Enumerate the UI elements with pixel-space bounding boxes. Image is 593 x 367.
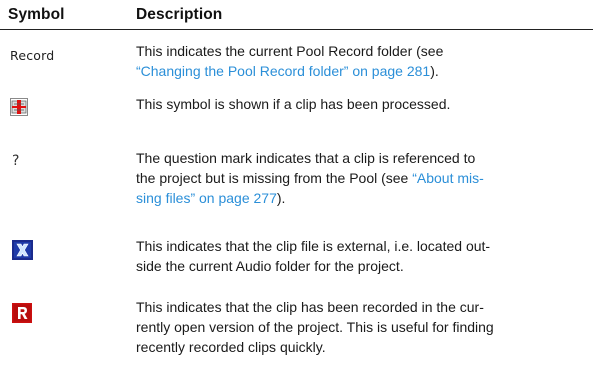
description-text: This indicates that the clip file is ext…: [136, 238, 491, 254]
description-line: The question mark indicates that a clip …: [136, 148, 586, 168]
description-cell: The question mark indicates that a clip …: [136, 148, 586, 208]
cross-reference-link[interactable]: “Changing the Pool Record folder” on pag…: [136, 63, 430, 79]
description-column-header: Description: [136, 6, 223, 23]
description-line: recently recorded clips quickly.: [136, 337, 586, 357]
record-folder-icon: Record: [10, 48, 55, 63]
processed-clip-icon: [10, 98, 28, 116]
description-text: This indicates the current Pool Record f…: [136, 43, 444, 59]
table-header: Symbol Description: [0, 0, 593, 30]
description-line: the project but is missing from the Pool…: [136, 168, 586, 188]
symbol-cell: [8, 297, 32, 323]
description-line: “Changing the Pool Record folder” on pag…: [136, 61, 586, 81]
external-file-icon: [12, 240, 33, 260]
description-line: This indicates the current Pool Record f…: [136, 41, 586, 61]
symbol-cell: ?: [8, 148, 19, 169]
description-text: ).: [276, 190, 286, 206]
recorded-clip-icon: [12, 303, 32, 323]
description-text: This symbol is shown if a clip has been …: [136, 96, 451, 112]
symbol-cell: [8, 94, 28, 117]
description-line: This indicates that the clip has been re…: [136, 297, 586, 317]
symbol-cell: Record: [8, 41, 54, 63]
description-line: rently open version of the project. This…: [136, 317, 586, 337]
description-cell: This indicates the current Pool Record f…: [136, 41, 586, 81]
cross-reference-link[interactable]: “About mis-: [412, 170, 484, 186]
description-cell: This indicates that the clip file is ext…: [136, 236, 586, 276]
description-text: the project but is missing from the Pool…: [136, 170, 413, 186]
description-text: The question mark indicates that a clip …: [136, 150, 476, 166]
description-line: This indicates that the clip file is ext…: [136, 236, 586, 256]
question-mark-icon: ?: [12, 153, 20, 169]
symbol-description-table: Symbol Description Record This indicates…: [0, 0, 593, 355]
description-text: ).: [430, 63, 439, 79]
description-line: side the current Audio folder for the pr…: [136, 256, 586, 276]
symbol-column-header: Symbol: [8, 6, 65, 23]
description-line: This symbol is shown if a clip has been …: [136, 94, 586, 114]
description-cell: This symbol is shown if a clip has been …: [136, 94, 586, 114]
description-text: side the current Audio folder for the pr…: [136, 258, 404, 274]
symbol-cell: [8, 236, 33, 261]
description-text: recently recorded clips quickly.: [136, 339, 326, 355]
description-line: sing files” on page 277).: [136, 188, 586, 208]
description-text: This indicates that the clip has been re…: [136, 299, 484, 315]
description-text: rently open version of the project. This…: [136, 319, 494, 335]
cross-reference-link[interactable]: sing files” on page 277: [136, 190, 277, 206]
description-cell: This indicates that the clip has been re…: [136, 297, 586, 357]
